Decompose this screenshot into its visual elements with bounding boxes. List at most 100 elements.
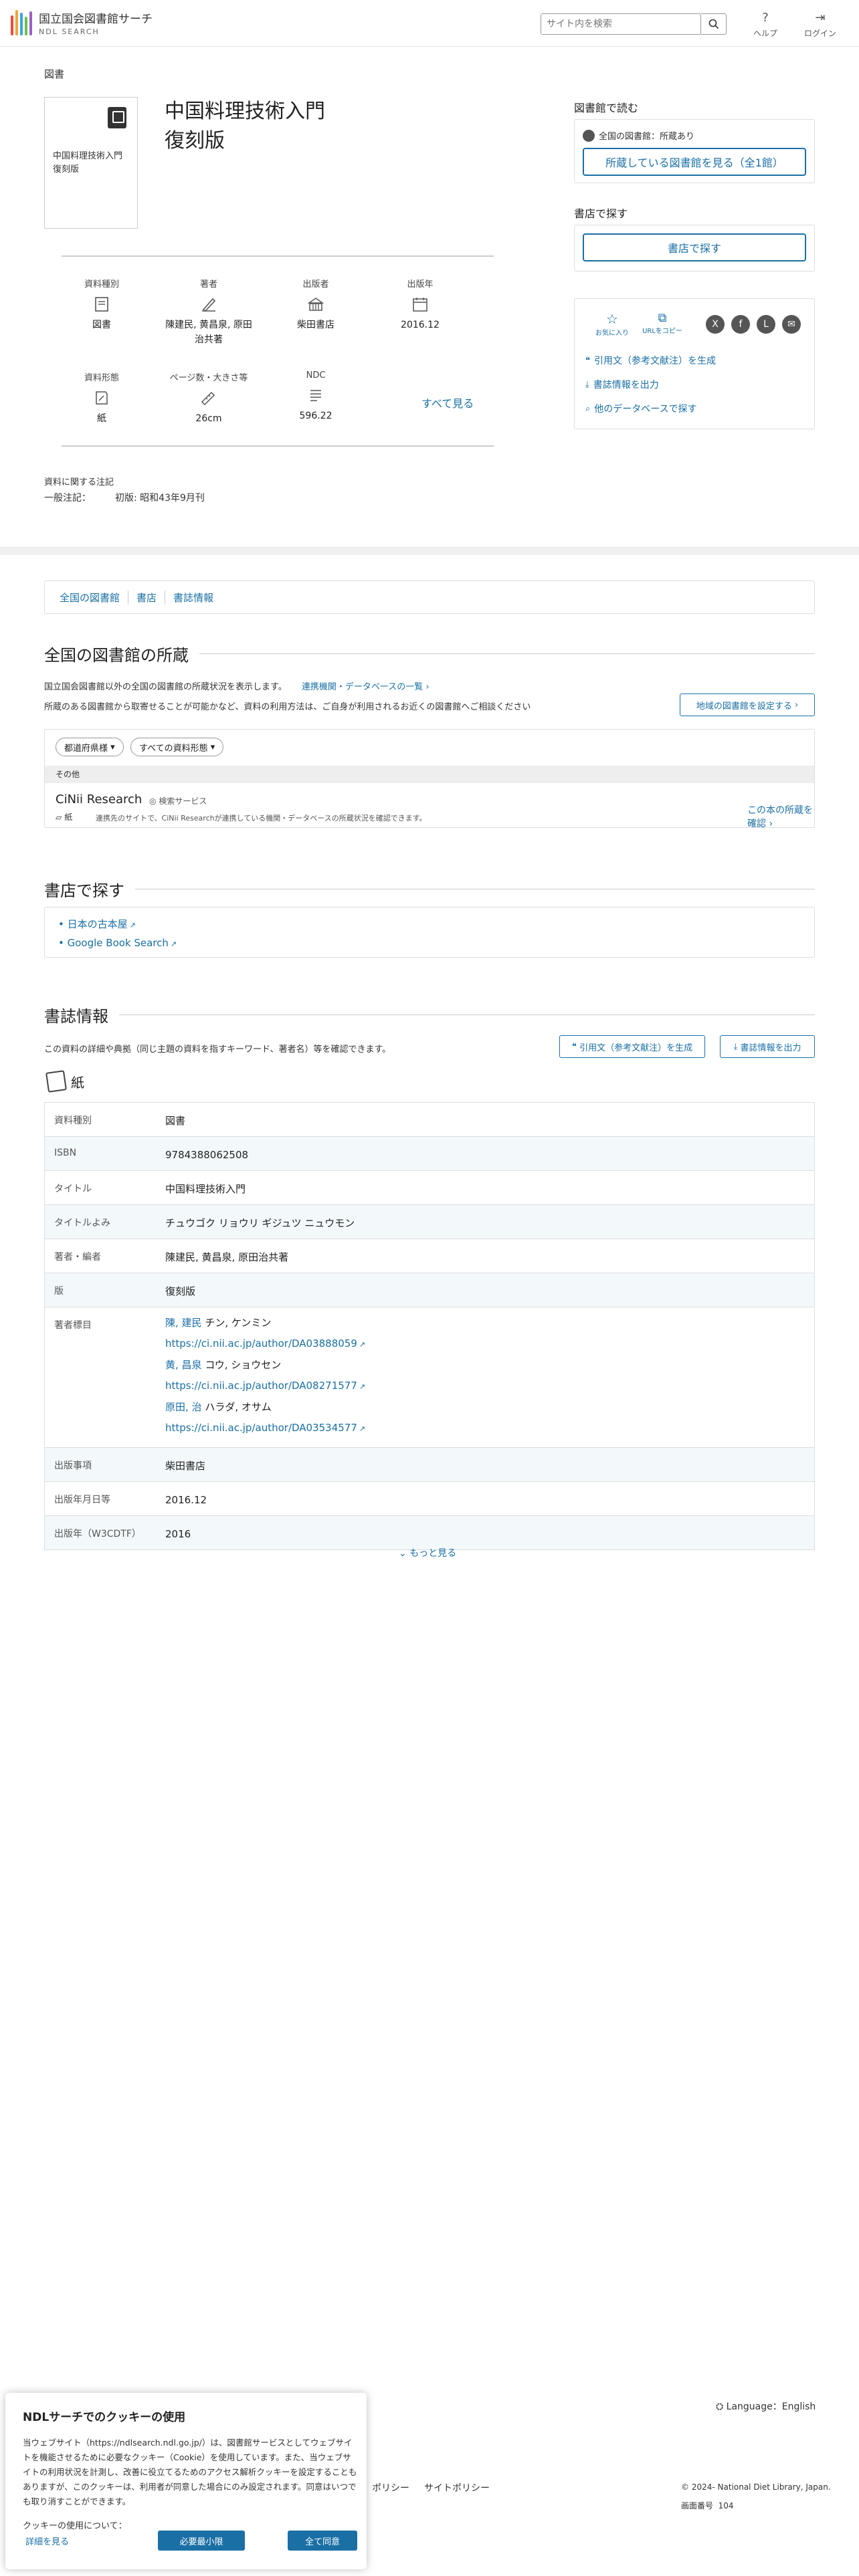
footer-policy-link[interactable]: ポリシー <box>372 2481 409 2494</box>
language-switch[interactable]: ⛭ Language：English <box>716 2399 816 2413</box>
anchor-shops[interactable]: 書店 <box>128 590 165 605</box>
libraries-title-text: 全国の図書館の所蔵 <box>44 646 189 665</box>
export-button[interactable]: ⤓ 書誌情報を出力 <box>720 1035 815 1058</box>
bib-title-text: 書誌情報 <box>44 1007 108 1026</box>
anchor-bib[interactable]: 書誌情報 <box>165 590 221 605</box>
notes-row: 一般注記： 初版: 昭和43年9月刊 <box>44 491 205 504</box>
meta-pages-value: 26cm <box>195 413 222 424</box>
page-title: 中国料理技術入門 復刻版 <box>165 97 325 156</box>
holdings-box: 都道府県様 ▾ すべての資料形態 ▾ その他 CiNii Research ◎ … <box>44 729 815 830</box>
meta-publisher: 出版者 柴田書店 <box>276 277 356 332</box>
cookie-accept-button[interactable]: 全て同意 <box>288 2531 357 2551</box>
chevron-right-icon: › <box>794 700 799 710</box>
holding-box: 全国の図書館：所蔵あり 所蔵している図書館を見る（全1館） <box>574 119 815 183</box>
shop-link-google[interactable]: • Google Book Search ↗ <box>58 937 177 949</box>
cookie-body: 当ウェブサイト（https://ndlsearch.ndl.go.jp/）は、図… <box>23 2438 357 2506</box>
favorite-button[interactable]: ☆ お気に入り <box>592 311 632 337</box>
cite-button[interactable]: ❝ 引用文（参考文献注）を生成 <box>559 1035 705 1058</box>
author-yomi: コウ, ショウセン <box>205 1359 282 1371</box>
site-logo[interactable]: 国立国会図書館サーチ NDL SEARCH <box>11 9 153 36</box>
copy-icon: ⧉ <box>658 311 667 325</box>
author-url-link[interactable]: https://ci.nii.ac.jp/author/DA08271577 <box>165 1380 357 1392</box>
copy-url-button[interactable]: ⧉ URLをコピー <box>639 311 686 335</box>
mail-share-icon[interactable]: ✉ <box>782 315 801 334</box>
site-search-input[interactable] <box>541 13 701 35</box>
page-number: 画面番号 104 <box>681 2500 734 2511</box>
notes-key: 一般注記： <box>44 493 91 504</box>
author-link[interactable]: 原田, 治 <box>165 1401 202 1413</box>
author-url-entry: https://ci.nii.ac.jp/author/DA03534577 ↗ <box>165 1418 814 1439</box>
row-value: 2016 <box>165 1528 191 1540</box>
meta-author: 著者 陳建民, 黄昌泉, 原田治共著 <box>162 277 256 347</box>
title-main: 中国料理技術入門 <box>165 100 325 123</box>
publisher-link[interactable]: 柴田書店 <box>165 1448 814 1481</box>
cinii-type-label: 紙 <box>64 813 73 822</box>
ruler-icon <box>201 391 215 406</box>
holding-libraries-button[interactable]: 所蔵している図書館を見る（全1館） <box>583 148 806 176</box>
shop-link-kosho[interactable]: • 日本の古本屋 ↗ <box>58 917 136 931</box>
search-icon <box>708 19 719 29</box>
calendar-icon <box>413 298 427 312</box>
facebook-share-icon[interactable]: f <box>731 315 750 334</box>
cite-link[interactable]: ❝ 引用文（参考文献注）を生成 <box>585 354 716 367</box>
author-yomi: ハラダ, オサム <box>205 1401 272 1413</box>
external-link-icon: ↗ <box>129 921 136 930</box>
meta-form-label: 資料形態 <box>84 373 119 383</box>
group-header: その他 <box>45 766 814 783</box>
help-icon: ? <box>762 11 769 25</box>
ndc-icon <box>310 390 321 401</box>
cookie-minimal-button[interactable]: 必要最小限 <box>158 2531 245 2551</box>
footer-site-policy-link[interactable]: サイトポリシー <box>424 2481 490 2494</box>
prefecture-filter[interactable]: 都道府県様 ▾ <box>56 738 124 756</box>
table-row: 資料種別 図書 <box>45 1103 814 1137</box>
help-link[interactable]: ? ヘルプ <box>745 11 785 39</box>
meta-type-label: 資料種別 <box>84 280 119 290</box>
x-share-icon[interactable]: X <box>706 315 725 334</box>
item-kind: 図書 <box>44 68 65 80</box>
share-box: ☆ お気に入り ⧉ URLをコピー X f L ✉ ❝ 引用文（参考文献注）を生成… <box>574 298 815 429</box>
table-row: 出版年月日等 2016.12 <box>45 1482 814 1516</box>
show-more-link[interactable]: ⌄ もっと見る <box>399 1546 456 1560</box>
page-number-value: 104 <box>718 2501 734 2510</box>
meta-pages-label: ページ数・大きさ等 <box>169 373 248 383</box>
library-icon <box>583 129 595 142</box>
libraries-section-title: 全国の図書館の所蔵 <box>44 642 815 665</box>
meta-form: 資料形態 紙 <box>62 370 142 426</box>
shop-search-button[interactable]: 書店で探す <box>583 233 806 261</box>
chevron-right-icon: › <box>425 682 430 692</box>
meta-author-value[interactable]: 陳建民, 黄昌泉, 原田治共著 <box>162 318 256 347</box>
partner-list-link[interactable]: 連携機関・データベースの一覧 › <box>302 682 430 692</box>
title-link[interactable]: 中国料理技術入門 <box>165 1171 814 1204</box>
meta-publisher-value[interactable]: 柴田書店 <box>276 318 356 332</box>
paper-form-heading: 紙 <box>45 1070 84 1093</box>
cite-button-label: 引用文（参考文献注）を生成 <box>579 1043 693 1053</box>
anchor-libraries[interactable]: 全国の図書館 <box>60 591 128 605</box>
author-link[interactable]: 黄, 昌泉 <box>165 1359 202 1371</box>
anchor-nav: 全国の図書館 書店 書誌情報 <box>44 580 815 614</box>
shop-box: 書店で探す <box>574 225 815 272</box>
line-share-icon[interactable]: L <box>757 315 775 334</box>
form-filter[interactable]: すべての資料形態 ▾ <box>130 738 224 756</box>
table-row: ISBN 9784388062508 <box>45 1137 814 1171</box>
cookie-detail-link[interactable]: 詳細を見る <box>25 2535 69 2547</box>
bib-section-title: 書誌情報 <box>44 1003 815 1027</box>
set-region-button[interactable]: 地域の図書館を設定する › <box>680 693 815 716</box>
cinii-tag: ◎ 検索サービス <box>149 795 207 807</box>
author-url-link[interactable]: https://ci.nii.ac.jp/author/DA03534577 <box>165 1422 357 1434</box>
author-url-link[interactable]: https://ci.nii.ac.jp/author/DA03888059 <box>165 1337 357 1350</box>
author-link[interactable]: 陳, 建民 <box>165 1317 202 1329</box>
login-icon: ⇥ <box>815 11 826 25</box>
search-button[interactable] <box>701 13 727 35</box>
check-holding-link[interactable]: この本の所蔵を確認 › <box>747 803 814 830</box>
set-region-label: 地域の図書館を設定する <box>696 701 792 712</box>
shop-heading: 書店で探す <box>574 207 628 220</box>
login-link[interactable]: ⇥ ログイン <box>800 11 840 39</box>
table-row: タイトル 中国料理技術入門 <box>45 1171 814 1205</box>
shops-section-title: 書店で探す <box>44 877 815 901</box>
export-link[interactable]: ⤓ 書誌情報を出力 <box>585 378 659 391</box>
other-db-link[interactable]: ⌕ 他のデータベースで探す <box>585 402 697 415</box>
share-row: ☆ お気に入り ⧉ URLをコピー X f L ✉ <box>575 311 816 344</box>
meta-author-label: 著者 <box>199 280 217 290</box>
see-all-link[interactable]: すべて見る <box>421 395 474 411</box>
table-row: タイトルよみ チュウゴク リョウリ ギジュツ ニュウモン <box>45 1205 814 1239</box>
